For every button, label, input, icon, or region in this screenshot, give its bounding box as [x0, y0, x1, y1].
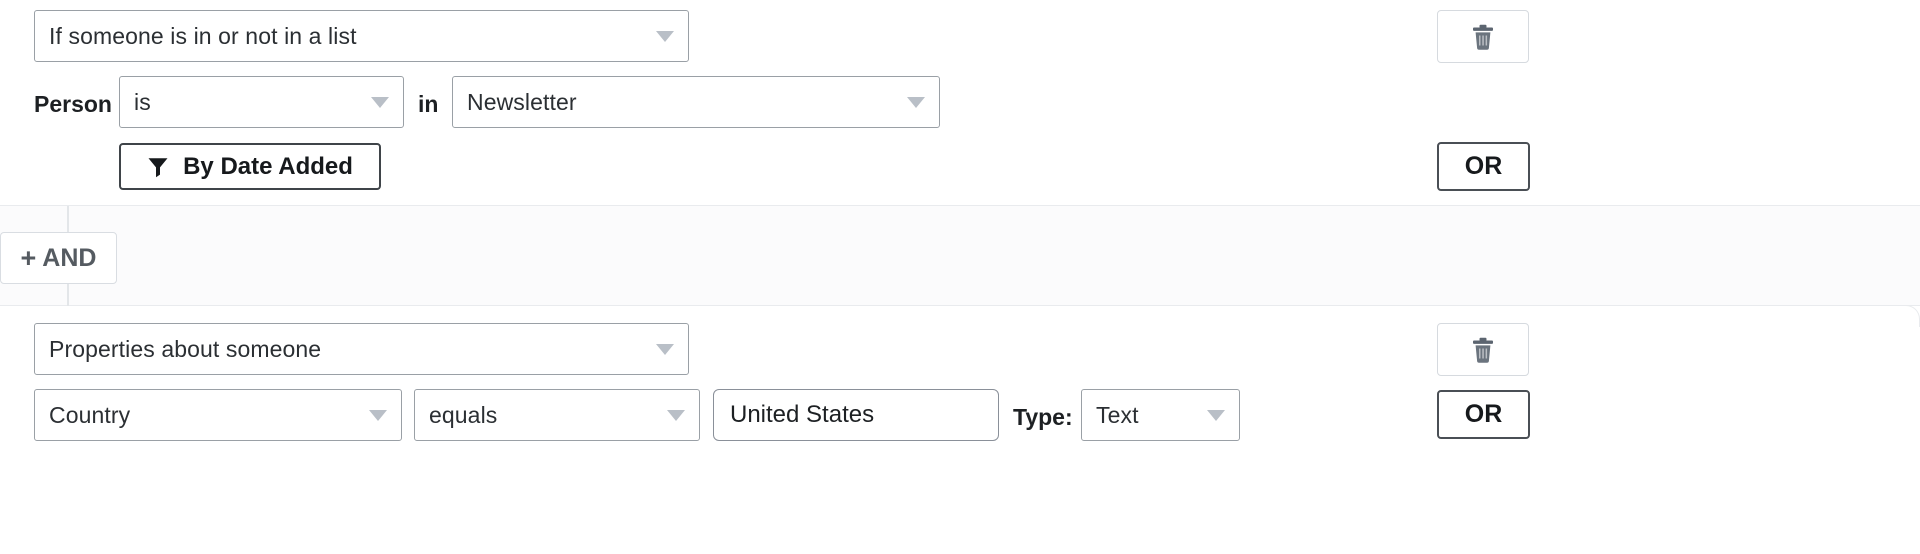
condition-type-select[interactable]: If someone is in or not in a list — [34, 10, 689, 62]
plus-icon: + — [21, 245, 37, 272]
connector-band — [0, 206, 1920, 305]
condition-type-select[interactable]: Properties about someone — [34, 323, 689, 375]
delete-condition-button[interactable] — [1437, 323, 1529, 376]
trash-icon — [1472, 337, 1494, 363]
list-operator-value: is — [134, 89, 361, 116]
in-label: in — [418, 78, 438, 130]
and-button-label: AND — [42, 244, 96, 273]
chevron-down-icon — [667, 410, 685, 421]
connector-line-lower — [67, 283, 69, 306]
type-label: Type: — [1013, 391, 1073, 443]
condition-type-value: If someone is in or not in a list — [49, 23, 646, 50]
delete-condition-button[interactable] — [1437, 10, 1529, 63]
list-name-value: Newsletter — [467, 89, 897, 116]
value-input[interactable]: United States — [713, 389, 999, 441]
comparator-select[interactable]: equals — [414, 389, 700, 441]
add-and-group-button[interactable]: + AND — [0, 232, 117, 284]
chevron-down-icon — [656, 344, 674, 355]
trash-icon — [1472, 24, 1494, 50]
group-divider-bottom — [0, 305, 1920, 306]
property-value: Country — [49, 402, 359, 429]
list-name-select[interactable]: Newsletter — [452, 76, 940, 128]
or-button-label: OR — [1465, 152, 1503, 181]
by-date-added-label: By Date Added — [183, 153, 353, 181]
chevron-down-icon — [369, 410, 387, 421]
segment-builder: If someone is in or not in a list Person… — [0, 0, 1920, 554]
or-button-label: OR — [1465, 400, 1503, 429]
filter-icon — [147, 156, 169, 178]
value-input-text: United States — [730, 401, 874, 429]
chevron-down-icon — [907, 97, 925, 108]
condition-type-value: Properties about someone — [49, 336, 646, 363]
comparator-value: equals — [429, 402, 657, 429]
chevron-down-icon — [371, 97, 389, 108]
or-button[interactable]: OR — [1437, 390, 1530, 439]
by-date-added-button[interactable]: By Date Added — [119, 143, 381, 190]
property-select[interactable]: Country — [34, 389, 402, 441]
value-type-select[interactable]: Text — [1081, 389, 1240, 441]
person-label: Person — [34, 78, 112, 130]
chevron-down-icon — [1207, 410, 1225, 421]
list-operator-select[interactable]: is — [119, 76, 404, 128]
group-corner-decoration — [1880, 305, 1920, 327]
or-button[interactable]: OR — [1437, 142, 1530, 191]
chevron-down-icon — [656, 31, 674, 42]
value-type-value: Text — [1096, 402, 1197, 429]
